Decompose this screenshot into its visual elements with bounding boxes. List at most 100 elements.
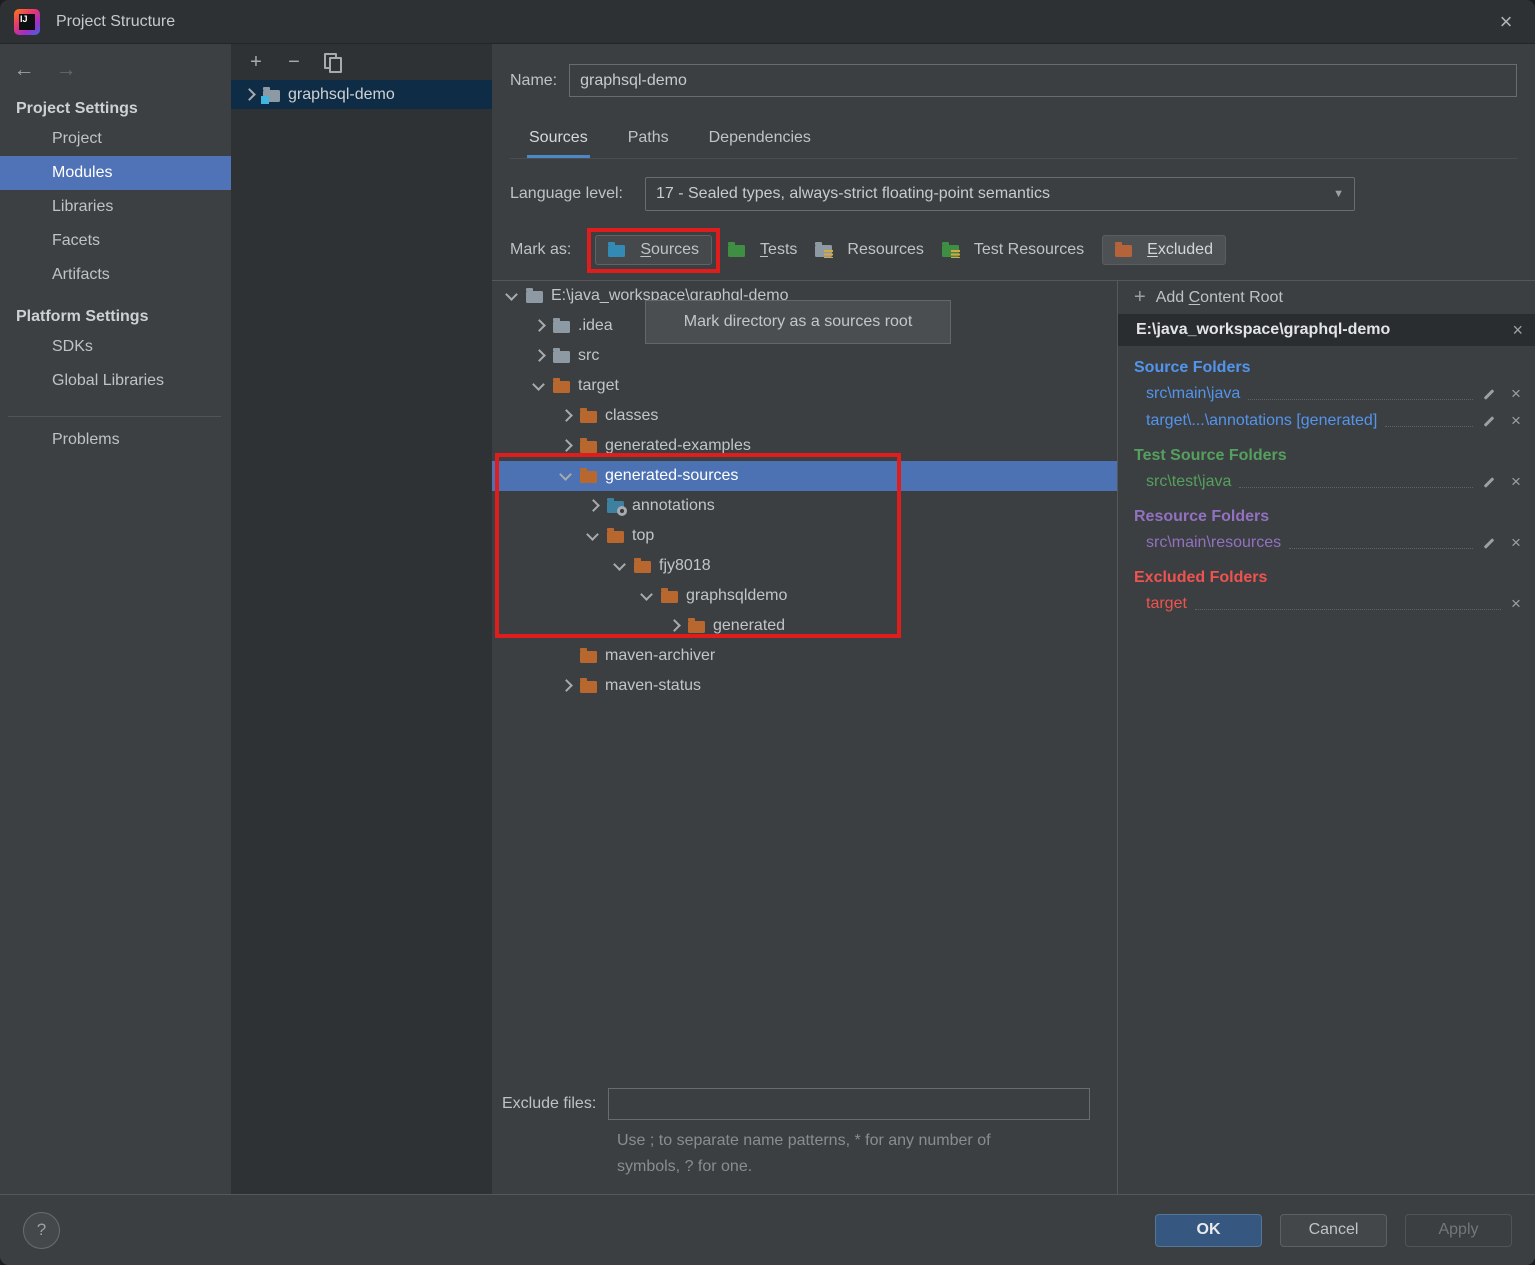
tree-row-label: fjy8018 [659, 557, 711, 575]
folder-group: Excluded Folders target × [1118, 569, 1535, 617]
sidebar-item-problems[interactable]: Problems [0, 423, 231, 457]
ok-button[interactable]: OK [1155, 1214, 1262, 1247]
tab-paths[interactable]: Paths [626, 123, 671, 158]
exclude-files-input[interactable] [608, 1088, 1090, 1120]
chevron-right-icon[interactable] [583, 497, 607, 515]
apply-button[interactable]: Apply [1405, 1214, 1512, 1247]
remove-folder-icon[interactable]: × [1509, 472, 1523, 492]
mark-as-excluded-button[interactable]: Excluded [1102, 235, 1226, 265]
mark-as-resources-button[interactable]: Resources [815, 236, 923, 264]
chevron-right-icon[interactable] [556, 407, 580, 425]
chevron-right-icon[interactable] [556, 437, 580, 455]
modules-list: graphsql-demo [231, 80, 492, 109]
sidebar-item-sdks[interactable]: SDKs [0, 330, 231, 364]
sidebar-item-facets[interactable]: Facets [0, 224, 231, 258]
tab-dependencies[interactable]: Dependencies [707, 123, 813, 158]
folder-path-row: target × [1118, 590, 1535, 617]
directory-tree: Mark directory as a sources root E:\java… [492, 281, 1117, 1080]
chevron-right-icon[interactable] [239, 86, 263, 104]
copy-module-icon[interactable] [317, 48, 347, 76]
folder-path-link[interactable]: target\...\annotations [generated] [1146, 412, 1377, 430]
language-level-select[interactable]: 17 - Sealed types, always-strict floatin… [645, 177, 1355, 211]
edit-pencil-icon[interactable] [1481, 474, 1497, 490]
sidebar-item-global-libraries[interactable]: Global Libraries [0, 364, 231, 398]
tree-row-generated-sources[interactable]: generated-sources [492, 461, 1117, 491]
folder-path-link[interactable]: src\main\java [1146, 385, 1240, 403]
chevron-right-icon[interactable] [529, 317, 553, 335]
tree-row-generated-examples[interactable]: generated-examples [492, 431, 1117, 461]
chevron-down-icon[interactable] [502, 287, 526, 305]
remove-folder-icon[interactable]: × [1509, 533, 1523, 553]
excluded-folder-icon [1115, 245, 1132, 257]
folder-path-row: src\main\resources × [1118, 529, 1535, 556]
tree-row-target[interactable]: target [492, 371, 1117, 401]
remove-folder-icon[interactable]: × [1509, 411, 1523, 431]
add-module-icon[interactable]: + [241, 48, 271, 76]
tree-row-maven-archiver[interactable]: maven-archiver [492, 641, 1117, 671]
chevron-down-icon[interactable] [637, 587, 661, 605]
folder-path-link[interactable]: src\main\resources [1146, 534, 1281, 552]
module-folder-icon [263, 90, 280, 102]
sidebar-item-modules[interactable]: Modules [0, 156, 231, 190]
dotted-leader [1385, 426, 1473, 427]
tree-row-label: .idea [578, 317, 613, 335]
module-editor-top: Name: SourcesPathsDependencies Language … [492, 44, 1535, 280]
sidebar-item-libraries[interactable]: Libraries [0, 190, 231, 224]
modules-toolbar: + − [231, 44, 492, 80]
dotted-leader [1248, 399, 1473, 400]
folder-group-title: Excluded Folders [1118, 569, 1535, 587]
edit-pencil-icon[interactable] [1481, 535, 1497, 551]
mark-as-tests-button[interactable]: Tests [728, 236, 797, 264]
chevron-right-icon[interactable] [556, 677, 580, 695]
mark-as-button-label: Sources [640, 241, 699, 259]
back-icon[interactable]: ← [12, 58, 36, 82]
folder-path-link[interactable]: target [1146, 595, 1187, 613]
tree-row-src[interactable]: src [492, 341, 1117, 371]
cancel-button[interactable]: Cancel [1280, 1214, 1387, 1247]
mark-as-buttons: Sources Tests Resources Test Resources Exclu… [577, 235, 1226, 265]
add-content-root-button[interactable]: + Add Content Root [1118, 281, 1535, 314]
chevron-right-icon[interactable] [529, 347, 553, 365]
tree-row-generated[interactable]: generated [492, 611, 1117, 641]
folder-orange-icon [580, 681, 597, 693]
chevron-down-icon[interactable] [610, 557, 634, 575]
folder-group-title: Source Folders [1118, 359, 1535, 377]
chevron-down-icon[interactable] [556, 467, 580, 485]
edit-pencil-icon[interactable] [1481, 413, 1497, 429]
remove-module-icon[interactable]: − [279, 48, 309, 76]
module-list-item[interactable]: graphsql-demo [231, 80, 492, 109]
remove-folder-icon[interactable]: × [1509, 594, 1523, 614]
sidebar-item-project[interactable]: Project [0, 122, 231, 156]
chevron-placeholder [556, 647, 580, 665]
sidebar-section-header: Platform Settings [16, 308, 231, 326]
module-name-input[interactable] [569, 64, 1517, 97]
sources-content-row: Mark directory as a sources root E:\java… [492, 280, 1535, 1194]
mark-as-test-resources-button[interactable]: Test Resources [942, 236, 1084, 264]
tree-row-top[interactable]: top [492, 521, 1117, 551]
content-root-path: E:\java_workspace\graphql-demo [1136, 321, 1390, 339]
tree-row-fjy8018[interactable]: fjy8018 [492, 551, 1117, 581]
edit-pencil-icon[interactable] [1481, 386, 1497, 402]
help-button[interactable]: ? [23, 1212, 60, 1249]
mark-as-sources-button[interactable]: Sources [595, 235, 712, 265]
close-icon[interactable]: × [1491, 7, 1521, 37]
add-content-root-label: Add Content Root [1156, 289, 1283, 307]
chevron-right-icon[interactable] [664, 617, 688, 635]
tree-row-classes[interactable]: classes [492, 401, 1117, 431]
tree-row-graphsqldemo[interactable]: graphsqldemo [492, 581, 1117, 611]
folder-group: Resource Folderssrc\main\resources× [1118, 508, 1535, 556]
editor-tabs: Sources Paths Dependencies [510, 123, 1517, 159]
remove-content-root-icon[interactable]: × [1512, 320, 1523, 341]
chevron-down-icon[interactable] [529, 377, 553, 395]
tab-sources[interactable]: Sources [527, 123, 590, 158]
folder-path-link[interactable]: src\test\java [1146, 473, 1231, 491]
folder-grey-icon [553, 351, 570, 363]
folder-orange-icon [688, 621, 705, 633]
chevron-down-icon[interactable] [583, 527, 607, 545]
remove-folder-icon[interactable]: × [1509, 384, 1523, 404]
tree-row-annotations[interactable]: annotations [492, 491, 1117, 521]
folder-group-title: Test Source Folders [1118, 447, 1535, 465]
sidebar-item-artifacts[interactable]: Artifacts [0, 258, 231, 292]
tree-row-maven-status[interactable]: maven-status [492, 671, 1117, 701]
tree-row-label: top [632, 527, 654, 545]
